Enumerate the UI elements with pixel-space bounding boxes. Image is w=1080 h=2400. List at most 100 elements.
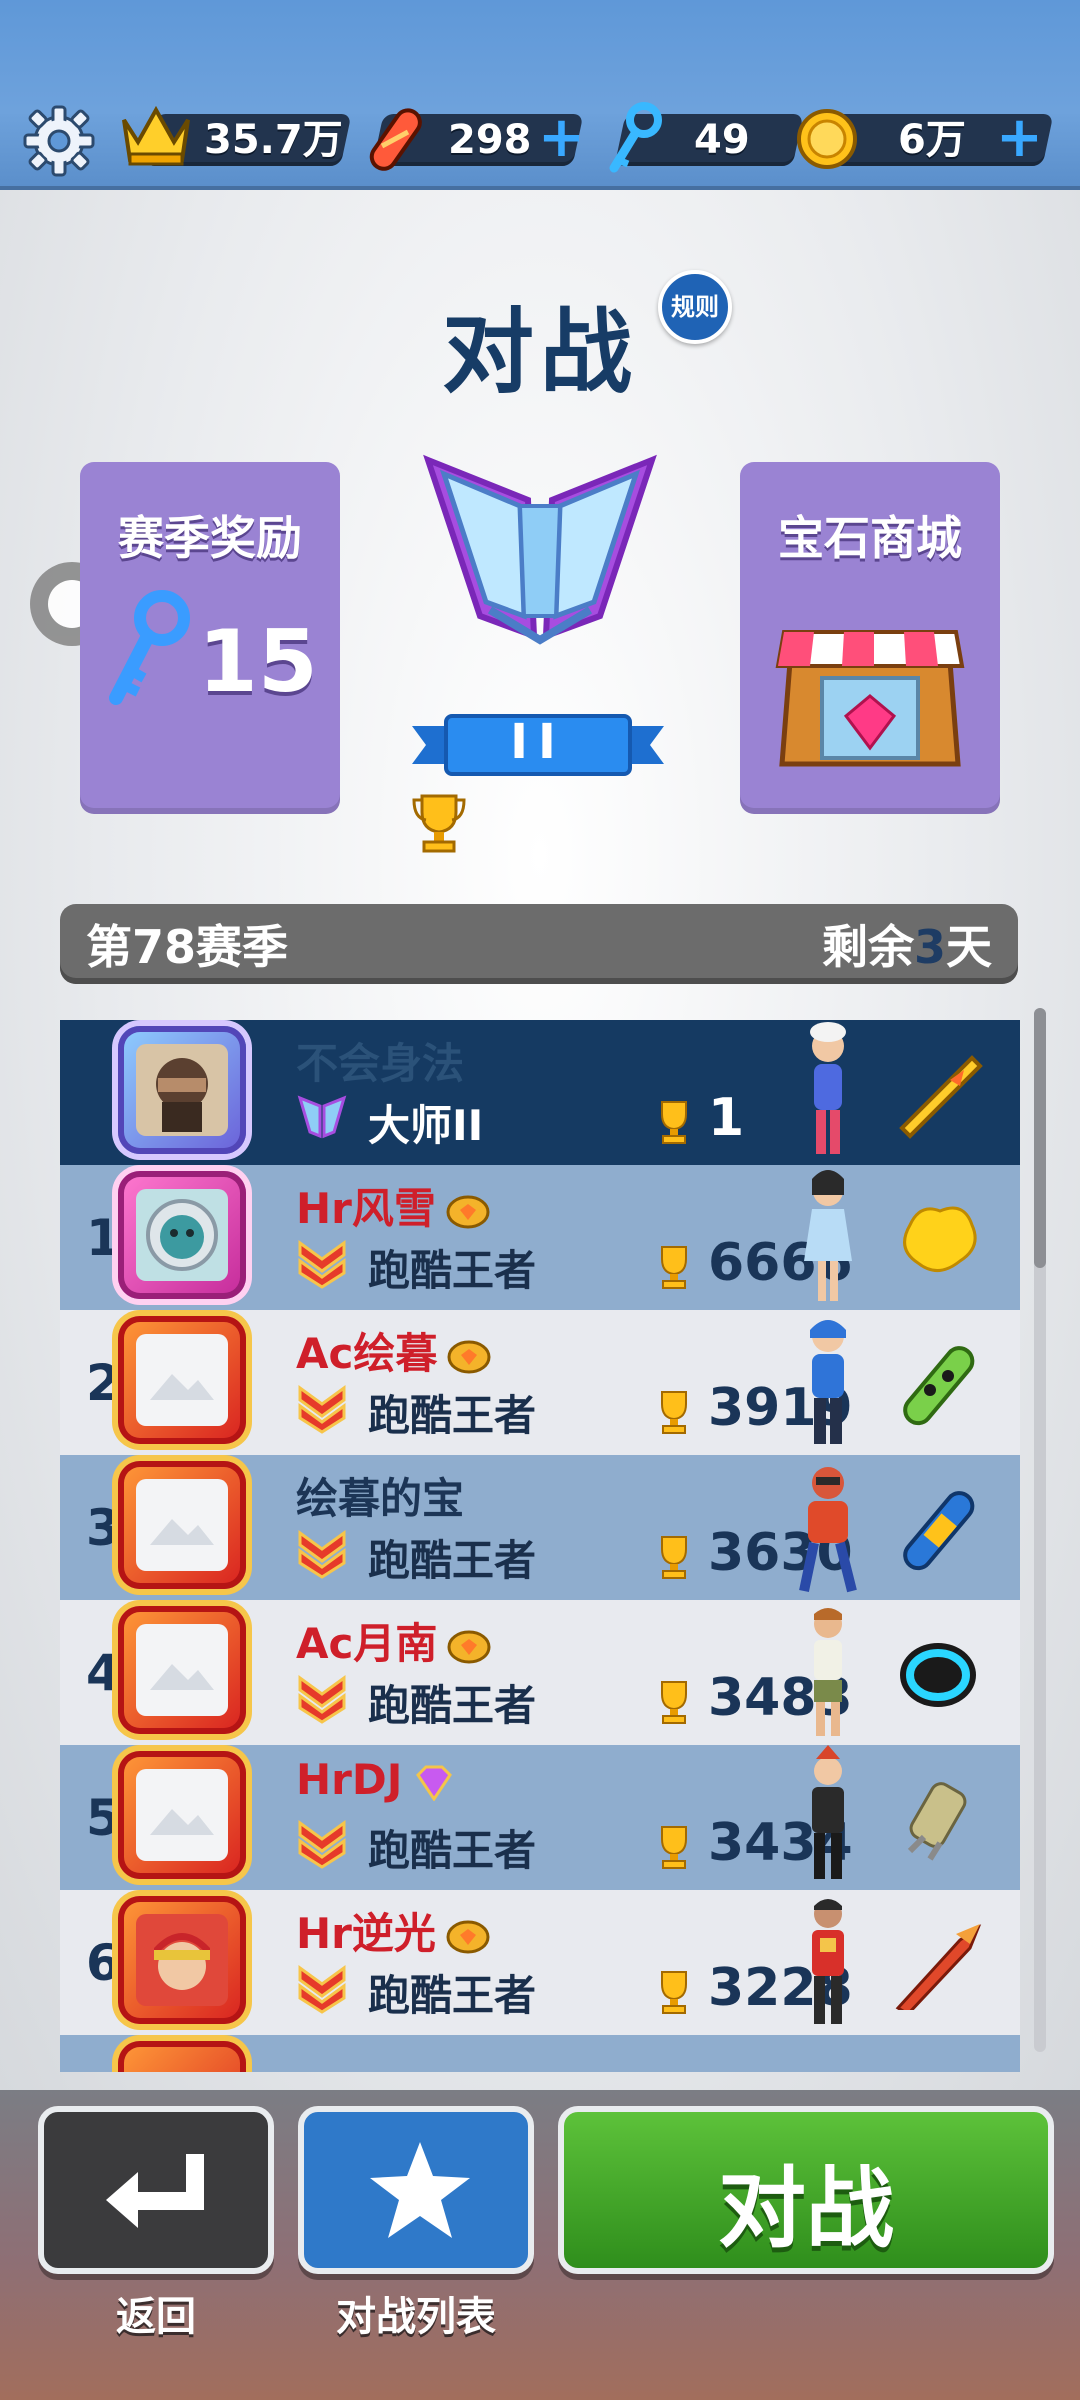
add-hoverboard-button[interactable]: +	[538, 110, 585, 166]
avatar-frame	[118, 1751, 246, 1879]
portal-ring-icon	[900, 1643, 976, 1707]
hoverboard-icon	[369, 108, 422, 171]
leaderboard-row[interactable]: 1 Hr风雪 跑酷王者 6666	[60, 1165, 1020, 1310]
jake-avatar-icon	[154, 1933, 210, 1990]
coin-icon	[797, 109, 857, 169]
add-coins-button[interactable]: +	[996, 110, 1043, 166]
start-battle-label: 对战	[717, 2157, 894, 2260]
return-arrow-icon	[106, 2154, 204, 2228]
laurel-badge-icon	[447, 1630, 491, 1663]
avatar-placeholder	[136, 1334, 228, 1426]
avatar-frame	[118, 1461, 246, 1589]
avatar-placeholder	[136, 1479, 228, 1571]
leaderboard-row[interactable]	[60, 2035, 1020, 2072]
player-title: 跑酷王者	[368, 1971, 537, 2020]
season-remaining-prefix: 剩余	[821, 920, 914, 974]
gem-store-title: 宝石商城	[778, 511, 962, 565]
player-score: 1	[708, 1088, 745, 1148]
star-icon	[370, 2142, 470, 2238]
laurel-badge-icon	[446, 1920, 490, 1953]
image-placeholder-icon	[150, 1664, 214, 1690]
battle-list-label: 对战列表	[336, 2294, 496, 2340]
scrollbar-thumb[interactable]	[1034, 1008, 1046, 1268]
season-reward-card[interactable]: 赛季奖励 15	[80, 462, 340, 814]
player-name-text: Ac绘暮	[296, 1329, 438, 1378]
avatar-placeholder	[136, 1769, 228, 1861]
self-rank-row[interactable]: 不会身法 大师II 1	[60, 1020, 1020, 1165]
key-icon	[609, 102, 662, 173]
rank-number: 2	[86, 1354, 121, 1412]
king-tier-icon	[298, 1240, 346, 1289]
trophy-icon	[661, 1971, 687, 2014]
leaderboard-row[interactable]: 2 Ac绘暮 跑酷王者 3919	[60, 1310, 1020, 1455]
hoverboards-value: 298	[448, 117, 532, 163]
ninja-avatar-icon	[156, 1058, 208, 1132]
avatar	[136, 1914, 228, 2006]
gem-store-card[interactable]: 宝石商城	[740, 462, 1000, 814]
laurel-badge-icon	[447, 1340, 491, 1373]
resource-bar: 35.7万 298 + 49 6万 +	[0, 0, 1080, 190]
season-remaining: 剩余3天	[822, 912, 992, 982]
character-icon	[810, 1022, 846, 1154]
crown-icon	[122, 105, 190, 166]
trophy-icon	[661, 1536, 687, 1579]
leaderboard[interactable]: 不会身法 大师II 1 1 Hr风雪 跑酷王者 6666 2 Ac绘暮 跑酷王者…	[60, 1020, 1020, 2072]
jetpack-icon	[907, 1782, 967, 1861]
season-remaining-days: 3	[913, 920, 946, 974]
player-title: 跑酷王者	[368, 1536, 537, 1585]
season-name: 第78赛季	[86, 920, 289, 974]
leaderboard-row[interactable]: 3 绘暮的宝 跑酷王者 3630	[60, 1455, 1020, 1600]
character-icon	[812, 1745, 844, 1879]
trophy-icon[interactable]	[412, 790, 466, 854]
back-button[interactable]	[38, 2106, 274, 2274]
yellow-gem-icon	[903, 1206, 977, 1272]
image-placeholder-icon	[150, 1809, 214, 1835]
player-name: Ac绘暮	[296, 1320, 491, 1381]
leaderboard-row[interactable]: 5 HrDJ 跑酷王者 3434	[60, 1745, 1020, 1890]
trophy-icon	[661, 1391, 687, 1434]
player-name: Hr逆光	[296, 1900, 490, 1961]
player-name: 不会身法	[296, 1039, 465, 1088]
trophy-icon	[661, 1826, 687, 1869]
player-name-text: Hr风雪	[296, 1184, 436, 1233]
avatar	[136, 1189, 228, 1281]
rank-number: 5	[86, 1789, 121, 1847]
avatar	[136, 1044, 228, 1136]
keys-value: 49	[694, 117, 750, 163]
gem-shop-icon	[775, 630, 965, 767]
rank-ribbon-text: II	[510, 714, 566, 770]
trophy-icon	[661, 1246, 687, 1289]
character-icon	[799, 1467, 857, 1593]
rank-number: 3	[86, 1499, 121, 1557]
season-reward-title: 赛季奖励	[118, 511, 302, 565]
leaderboard-row[interactable]: 6 Hr逆光 跑酷王者 3228	[60, 1890, 1020, 2035]
trophy-icon	[661, 1681, 687, 1724]
avatar-frame	[118, 2041, 246, 2072]
king-tier-icon	[298, 1965, 346, 2014]
avatar-frame	[118, 1896, 246, 2024]
avatar-placeholder	[136, 1624, 228, 1716]
avatar-frame	[118, 1026, 246, 1154]
gear-icon[interactable]	[22, 104, 96, 178]
king-tier-icon	[298, 1385, 346, 1434]
crowns-value: 35.7万	[204, 117, 343, 163]
avatar-frame	[118, 1316, 246, 1444]
battle-list-button[interactable]	[298, 2106, 534, 2274]
avatar-frame	[118, 1171, 246, 1299]
coins-value: 6万	[898, 117, 966, 163]
player-title: 大师II	[368, 1101, 484, 1150]
hoverboard-icon	[895, 1924, 982, 2010]
master-tier-icon	[297, 1095, 347, 1139]
hoverboard-icon	[903, 1346, 975, 1426]
diamond-badge-icon	[416, 1765, 453, 1801]
player-title: 跑酷王者	[368, 1826, 537, 1875]
leaderboard-row[interactable]: 4 Ac月南 跑酷王者 3483	[60, 1600, 1020, 1745]
rules-button[interactable]: 规则	[658, 270, 732, 344]
start-battle-button[interactable]: 对战	[558, 2106, 1054, 2274]
laurel-badge-icon	[446, 1195, 490, 1228]
king-tier-icon	[298, 1675, 346, 1724]
season-reward-key-count: 15	[198, 612, 318, 712]
player-title: 跑酷王者	[368, 1246, 537, 1295]
rank-number: 1	[86, 1209, 121, 1267]
player-title: 跑酷王者	[368, 1391, 537, 1440]
